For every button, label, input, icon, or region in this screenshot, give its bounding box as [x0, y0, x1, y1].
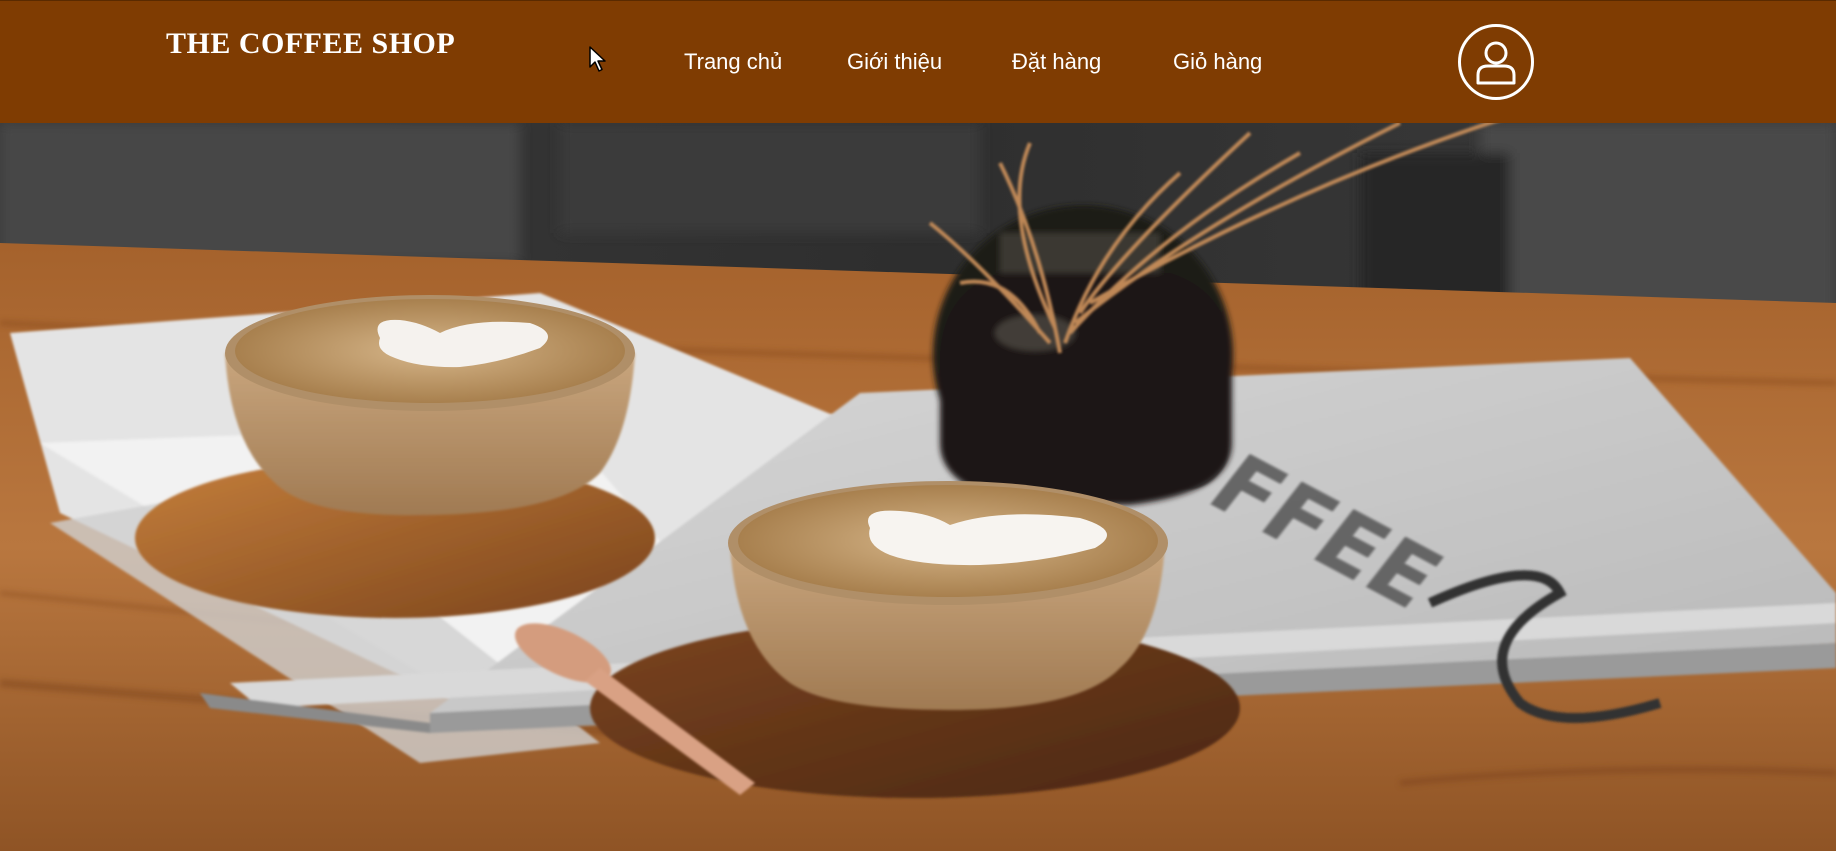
- hero-coffee-image: COFFEE: [0, 123, 1836, 851]
- navbar: THE COFFEE SHOP Trang chủ Giới thiệu Đặt…: [0, 0, 1836, 123]
- nav-item-trang-chu[interactable]: Trang chủ: [684, 49, 782, 75]
- user-account-button[interactable]: [1458, 24, 1534, 100]
- nav-item-dat-hang[interactable]: Đặt hàng: [1012, 49, 1101, 75]
- brand-logo[interactable]: THE COFFEE SHOP: [166, 27, 455, 61]
- nav-item-gioi-thieu[interactable]: Giới thiệu: [847, 49, 942, 75]
- nav-item-gio-hang[interactable]: Giỏ hàng: [1173, 49, 1262, 75]
- hero-banner: COFFEE: [0, 123, 1836, 851]
- mouse-cursor-icon: [589, 46, 606, 72]
- user-icon: [1476, 41, 1516, 85]
